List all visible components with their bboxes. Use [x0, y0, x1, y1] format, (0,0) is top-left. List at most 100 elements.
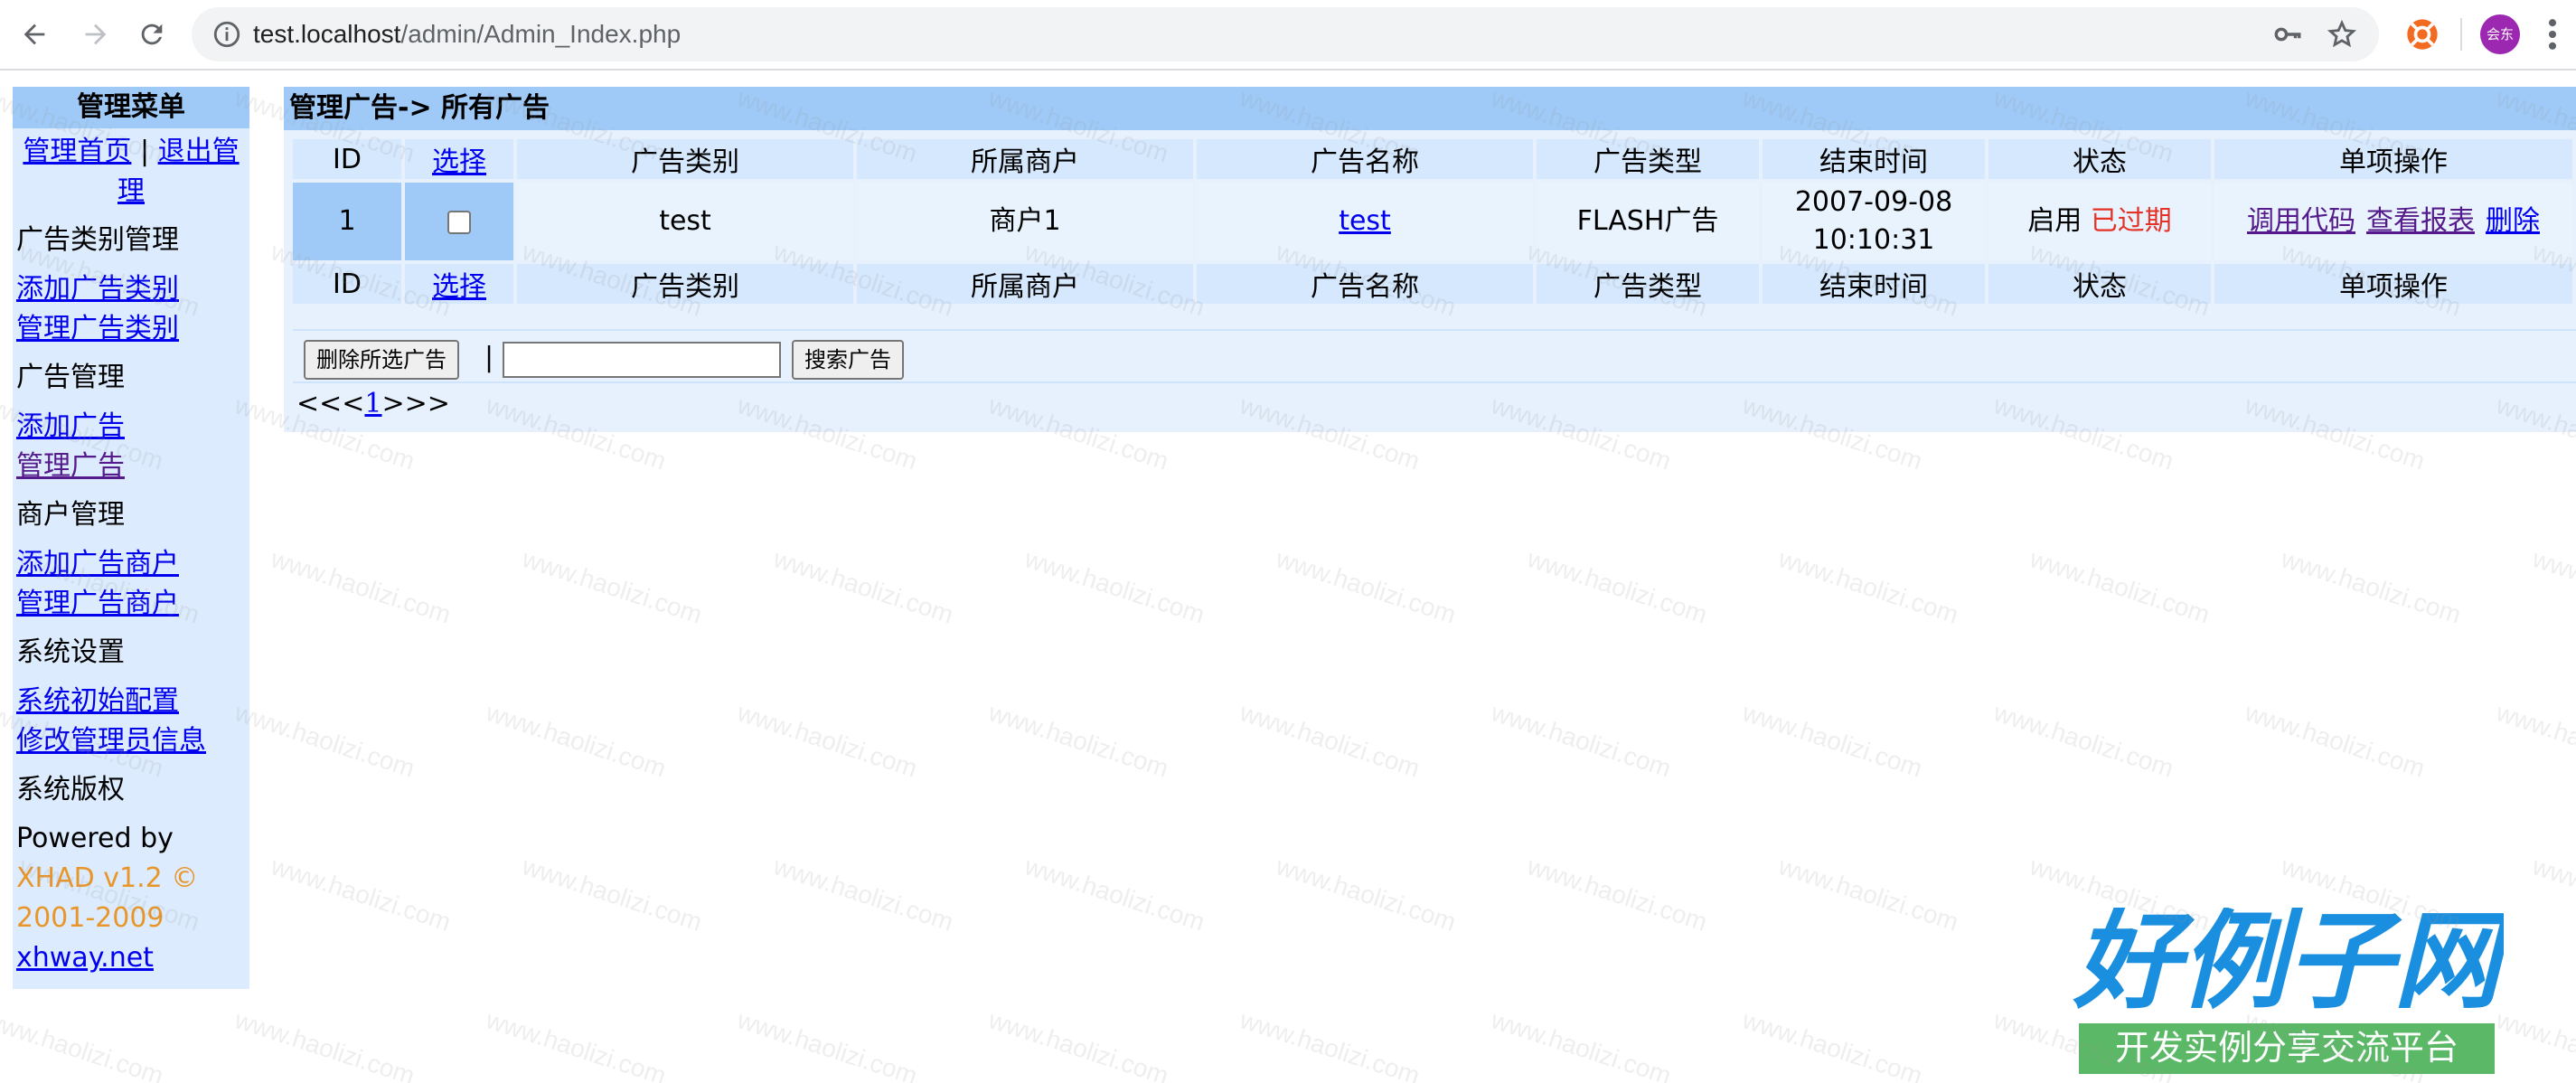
watermark-text: www.haolizi.com	[2241, 698, 2428, 783]
watermark-text: www.haolizi.com	[1738, 698, 1925, 783]
star-icon[interactable]	[2327, 19, 2357, 50]
watermark-text: www.haolizi.com	[230, 698, 418, 783]
watermark-text: www.haolizi.com	[2492, 698, 2576, 783]
watermark-text: www.haolizi.com	[267, 852, 454, 937]
row-checkbox[interactable]	[447, 210, 471, 234]
sidebar-item-add-merchant[interactable]: 添加广告商户	[16, 548, 179, 579]
cell-type: FLASH广告	[1537, 183, 1759, 260]
column-header-id: ID	[293, 139, 401, 179]
cell-category: test	[517, 183, 853, 260]
profile-avatar[interactable]: 会东	[2480, 14, 2520, 54]
column-header-name: 广告名称	[1197, 139, 1533, 179]
watermark-text: www.haolizi.com	[518, 852, 705, 937]
select-all-link-bottom[interactable]: 选择	[432, 271, 486, 303]
toolbar-divider	[2460, 18, 2462, 51]
delete-link[interactable]: 删除	[2486, 205, 2540, 237]
sidebar-item-manage-merchants[interactable]: 管理广告商户	[16, 588, 179, 619]
powered-by-text: Powered by	[16, 823, 174, 854]
watermark-text: www.haolizi.com	[733, 698, 920, 783]
sidebar-item-add-ad[interactable]: 添加广告	[16, 410, 125, 442]
watermark-text: www.haolizi.com	[769, 852, 956, 937]
link-separator: |	[139, 136, 150, 167]
cell-id: 1	[293, 183, 401, 260]
section-heading-merchants: 商户管理	[16, 499, 125, 531]
pagination: <<<1>>>	[296, 381, 450, 427]
watermark-text: www.haolizi.com	[518, 544, 705, 629]
site-link[interactable]: xhway.net	[16, 942, 154, 974]
column-footer-id: ID	[293, 264, 401, 304]
view-report-link[interactable]: 查看报表	[2366, 205, 2475, 237]
column-footer-merchant: 所属商户	[857, 264, 1193, 304]
sidebar-item-system-config[interactable]: 系统初始配置	[16, 685, 179, 717]
key-icon[interactable]	[2272, 19, 2303, 50]
column-footer-name: 广告名称	[1197, 264, 1533, 304]
column-footer-category: 广告类别	[517, 264, 853, 304]
watermark-text: www.haolizi.com	[0, 1005, 167, 1083]
watermark-text: www.haolizi.com	[1272, 852, 1459, 937]
cell-merchant: 商户1	[857, 183, 1193, 260]
watermark-text: www.haolizi.com	[1774, 544, 1961, 629]
end-date: 2007-09-08	[1794, 186, 1953, 218]
watermark-text: www.haolizi.com	[769, 544, 956, 629]
browser-toolbar: test.localhost/admin/Admin_Index.php 会东	[0, 0, 2576, 71]
page-title: 管理广告-> 所有广告	[284, 87, 2576, 130]
forward-icon[interactable]	[74, 13, 118, 56]
ads-panel: 管理广告-> 所有广告 ID 选择 广告类别 所属商户 广告名称 广告类型 结束…	[284, 87, 2576, 432]
pager-next[interactable]: >>>	[382, 388, 450, 419]
watermark-text: www.haolizi.com	[1236, 1005, 1423, 1083]
bulk-actions-bar: 删除所选广告 | 搜索广告	[293, 329, 2576, 383]
watermark-text: www.haolizi.com	[482, 698, 669, 783]
home-link[interactable]: 管理首页	[23, 136, 131, 167]
watermark-text: www.haolizi.com	[984, 1005, 1171, 1083]
sidebar-item-manage-category[interactable]: 管理广告类别	[16, 313, 179, 344]
sidebar-item-edit-admin[interactable]: 修改管理员信息	[16, 725, 206, 757]
pager-prev[interactable]: <<<	[296, 388, 364, 419]
column-footer-endtime: 结束时间	[1763, 264, 1985, 304]
watermark-text: www.haolizi.com	[1236, 698, 1423, 783]
watermark-text: www.haolizi.com	[1738, 1005, 1925, 1083]
logo-subtitle: 开发实例分享交流平台	[2115, 1028, 2458, 1068]
search-ads-button[interactable]: 搜索广告	[792, 340, 904, 380]
watermark-text: www.haolizi.com	[2492, 1005, 2576, 1083]
admin-sidebar: 管理菜单 管理首页 | 退出管理 广告类别管理 添加广告类别 管理广告类别 广告…	[13, 87, 249, 989]
section-heading-copyright: 系统版权	[16, 774, 125, 805]
watermark-text: www.haolizi.com	[2277, 544, 2464, 629]
logout-link[interactable]: 退出管理	[118, 136, 240, 207]
column-header-status: 状态	[1988, 139, 2211, 179]
watermark-text: www.haolizi.com	[733, 1005, 920, 1083]
table-footer-row: ID 选择 广告类别 所属商户 广告名称 广告类型 结束时间 状态 单项操作	[293, 264, 2572, 304]
menu-icon[interactable]	[2543, 14, 2562, 54]
extension-icon[interactable]	[2404, 16, 2440, 52]
column-footer-status: 状态	[1988, 264, 2211, 304]
sidebar-item-add-category[interactable]: 添加广告类别	[16, 273, 179, 305]
table-header-row: ID 选择 广告类别 所属商户 广告名称 广告类型 结束时间 状态 单项操作	[293, 139, 2572, 179]
get-code-link[interactable]: 调用代码	[2247, 205, 2355, 237]
watermark-text: www.haolizi.com	[1272, 544, 1459, 629]
address-bar[interactable]: test.localhost/admin/Admin_Index.php	[192, 7, 2379, 61]
column-footer-select: 选择	[405, 264, 513, 304]
watermark-text: www.haolizi.com	[1523, 544, 1710, 629]
back-icon[interactable]	[13, 13, 56, 56]
cell-name: test	[1197, 183, 1533, 260]
cell-endtime: 2007-09-08 10:10:31	[1763, 183, 1985, 260]
info-icon[interactable]	[212, 19, 242, 50]
watermark-text: www.haolizi.com	[1774, 852, 1961, 937]
pager-page-1[interactable]: 1	[364, 388, 381, 419]
sidebar-top-links: 管理首页 | 退出管理	[13, 128, 249, 212]
section-heading-settings: 系统设置	[16, 636, 125, 668]
sidebar-title: 管理菜单	[13, 87, 249, 128]
select-all-link[interactable]: 选择	[432, 146, 486, 178]
watermark-text: www.haolizi.com	[984, 698, 1171, 783]
ad-name-link[interactable]: test	[1339, 205, 1391, 237]
search-input[interactable]	[503, 342, 781, 378]
sidebar-item-manage-ads[interactable]: 管理广告	[16, 450, 125, 482]
delete-selected-button[interactable]: 删除所选广告	[304, 340, 459, 380]
column-footer-ops: 单项操作	[2214, 264, 2572, 304]
column-header-type: 广告类型	[1537, 139, 1759, 179]
reload-icon[interactable]	[130, 13, 174, 56]
logo-title: 好例子网	[2073, 908, 2504, 1023]
watermark-text: www.haolizi.com	[1989, 698, 2176, 783]
copyright-years: 2001-2009	[16, 902, 165, 934]
url-text[interactable]: test.localhost/admin/Admin_Index.php	[253, 18, 681, 51]
ads-table: ID 选择 广告类别 所属商户 广告名称 广告类型 结束时间 状态 单项操作 1…	[289, 136, 2576, 307]
